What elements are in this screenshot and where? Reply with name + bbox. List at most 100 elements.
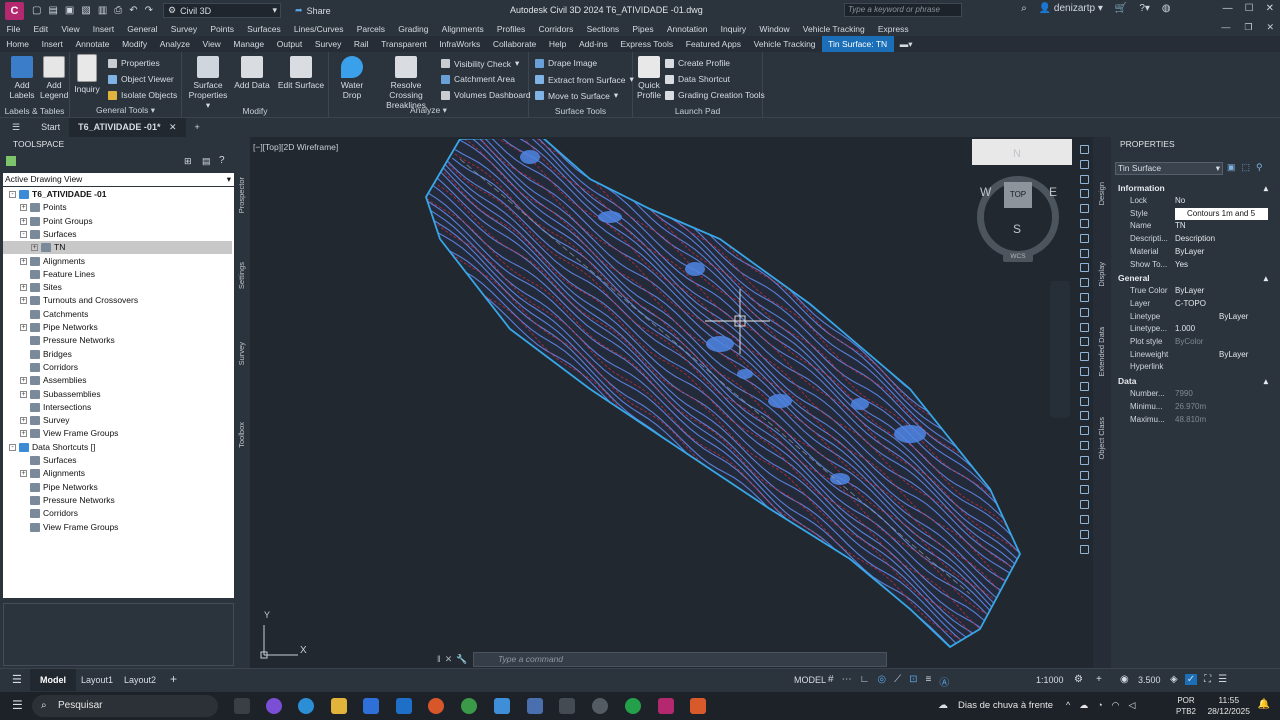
menu-view[interactable]: View xyxy=(55,24,86,34)
menu-surfaces[interactable]: Surfaces xyxy=(241,24,288,34)
layout1-tab[interactable]: Layout1 xyxy=(81,675,113,685)
expand-toggle-icon[interactable]: - xyxy=(9,191,16,198)
prop-row-descripti[interactable]: Descripti... Description xyxy=(1130,233,1268,246)
expand-toggle-icon[interactable]: + xyxy=(20,204,27,212)
tab-start[interactable]: Start xyxy=(32,118,69,137)
menu-corridors[interactable]: Corridors xyxy=(532,24,580,34)
prop-row-linetype[interactable]: Linetype ByLayer xyxy=(1130,311,1268,324)
palette-tool-icon[interactable] xyxy=(1080,337,1089,347)
outlook-icon[interactable] xyxy=(396,698,412,714)
taskbar-search[interactable]: ⌕ Pesquisar xyxy=(32,695,218,717)
palette-tool-icon[interactable] xyxy=(1080,278,1089,288)
expand-toggle-icon[interactable] xyxy=(20,337,27,344)
prop-value[interactable]: Yes xyxy=(1175,259,1268,272)
palette-tool-icon[interactable] xyxy=(1080,455,1089,465)
prop-section-information[interactable]: Information ▴ xyxy=(1118,182,1268,194)
customize-icon[interactable]: ☰ xyxy=(1218,674,1227,685)
maps-icon[interactable] xyxy=(559,698,575,714)
hamburger-menu-icon[interactable]: ☰ xyxy=(0,118,32,137)
menu-insert[interactable]: Insert xyxy=(86,24,120,34)
model-tab[interactable]: Model xyxy=(30,669,76,691)
print-icon[interactable]: ⎙ xyxy=(114,5,122,16)
palette-tool-icon[interactable] xyxy=(1080,352,1089,362)
task-view-icon[interactable] xyxy=(234,698,250,714)
menu-pipes[interactable]: Pipes xyxy=(626,24,660,34)
weather-icon[interactable]: ☁ xyxy=(938,700,948,711)
palette-tool-icon[interactable] xyxy=(1080,544,1089,554)
menu-alignments[interactable]: Alignments xyxy=(435,24,490,34)
prop-value[interactable]: No xyxy=(1175,195,1268,208)
new-tab-button[interactable]: + xyxy=(186,118,209,137)
resolve-crossing-breaklines-button[interactable]: Resolve Crossing Breaklines xyxy=(375,56,437,110)
palette-tool-icon[interactable] xyxy=(1080,307,1089,317)
menu-lines-curves[interactable]: Lines/Curves xyxy=(287,24,350,34)
expand-toggle-icon[interactable] xyxy=(20,510,27,517)
drape-image-button[interactable]: Drape Image xyxy=(535,58,597,68)
palette-tool-icon[interactable] xyxy=(1080,159,1089,169)
tab-infraworks[interactable]: InfraWorks xyxy=(433,36,487,52)
palette-tool-icon[interactable] xyxy=(1080,322,1089,332)
palette-tool-icon[interactable] xyxy=(1080,233,1089,243)
expand-toggle-icon[interactable]: + xyxy=(20,257,27,265)
palette-tool-icon[interactable] xyxy=(1080,174,1089,184)
palette-tool-icon[interactable] xyxy=(1080,145,1089,154)
tree-item-view-frame-groups[interactable]: View Frame Groups xyxy=(20,521,118,534)
input-language[interactable]: POR PTB2 xyxy=(1176,695,1196,717)
inquiry-button[interactable]: Inquiry xyxy=(72,54,102,94)
prop-row-layer[interactable]: Layer C-TOPO xyxy=(1130,298,1268,311)
annotation-scale[interactable]: 1:1000 xyxy=(1036,675,1064,685)
tree-item-corridors[interactable]: Corridors xyxy=(20,507,78,520)
prop-row-name[interactable]: Name TN xyxy=(1130,220,1268,233)
palette-tool-icon[interactable] xyxy=(1080,263,1089,273)
whatsapp-icon[interactable] xyxy=(625,698,641,714)
save-icon[interactable]: ▣ xyxy=(65,5,74,16)
ribbon-options-icon[interactable]: ▬▾ xyxy=(894,36,919,52)
tree-item-pressure-networks[interactable]: Pressure Networks xyxy=(20,334,115,347)
viewcube-south[interactable]: S xyxy=(1013,222,1021,236)
workspace-gear-icon[interactable]: ⚙ xyxy=(1074,674,1083,685)
menu-file[interactable]: File xyxy=(0,24,27,34)
side-tab-prospector[interactable]: Prospector xyxy=(237,177,246,213)
user-account[interactable]: 👤 denizartp ▾ xyxy=(1039,3,1103,14)
prop-section-data[interactable]: Data ▴ xyxy=(1118,375,1268,387)
workspace-selector[interactable]: ⚙ Civil 3D ▾ xyxy=(163,3,282,18)
menu-window[interactable]: Window xyxy=(753,24,796,34)
elevation-value[interactable]: 3.500 xyxy=(1138,675,1161,685)
tree-item-pipe-networks[interactable]: Pipe Networks xyxy=(20,481,98,494)
expand-toggle-icon[interactable] xyxy=(20,271,27,278)
tab-express-tools[interactable]: Express Tools xyxy=(614,36,679,52)
expand-toggle-icon[interactable]: + xyxy=(20,430,27,438)
prop-row-minimu[interactable]: Minimu... 26.970m xyxy=(1130,401,1268,414)
tree-item-alignments[interactable]: + Alignments xyxy=(20,467,85,480)
tab-annotate[interactable]: Annotate xyxy=(69,36,116,52)
chrome-icon[interactable] xyxy=(461,698,477,714)
object-viewer-button[interactable]: Object Viewer xyxy=(108,74,174,84)
toggle-pickadd-icon[interactable]: ▣ xyxy=(1227,162,1236,173)
prop-tab-design[interactable]: Design xyxy=(1097,182,1106,205)
prop-row-number[interactable]: Number... 7990 xyxy=(1130,388,1268,401)
menu-parcels[interactable]: Parcels xyxy=(350,24,392,34)
palette-tool-icon[interactable] xyxy=(1080,500,1089,510)
palette-tool-icon[interactable] xyxy=(1080,411,1089,421)
edge-icon[interactable] xyxy=(298,698,314,714)
create-profile-button[interactable]: Create Profile xyxy=(665,58,730,68)
drawing-viewport[interactable]: [−][Top][2D Wireframe] TOP W E S N WCS Y… xyxy=(250,139,1073,668)
app-menu-button[interactable]: C xyxy=(5,1,24,20)
tree-item-feature-lines[interactable]: Feature Lines xyxy=(20,268,95,281)
prop-value[interactable]: C-TOPO xyxy=(1175,298,1268,311)
palette-tool-icon[interactable] xyxy=(1080,381,1089,391)
prop-tab-display[interactable]: Display xyxy=(1097,262,1106,287)
tab-modify[interactable]: Modify xyxy=(116,36,154,52)
quick-profile-button[interactable]: Quick Profile xyxy=(635,56,663,100)
prop-row-plot-style[interactable]: Plot style ByColor xyxy=(1130,336,1268,349)
toolspace-icon[interactable] xyxy=(6,156,16,166)
palette-tool-icon[interactable] xyxy=(1080,515,1089,524)
edit-surface-button[interactable]: Edit Surface xyxy=(276,56,326,90)
expand-toggle-icon[interactable]: + xyxy=(20,297,27,305)
prop-value[interactable]: ByLayer xyxy=(1175,311,1268,324)
weather-text[interactable]: Dias de chuva à frente xyxy=(958,700,1053,711)
palette-tool-icon[interactable] xyxy=(1080,204,1089,214)
data-shortcut-button[interactable]: Data Shortcut xyxy=(665,74,730,84)
tab-collaborate[interactable]: Collaborate xyxy=(487,36,543,52)
tab-output[interactable]: Output xyxy=(270,36,308,52)
